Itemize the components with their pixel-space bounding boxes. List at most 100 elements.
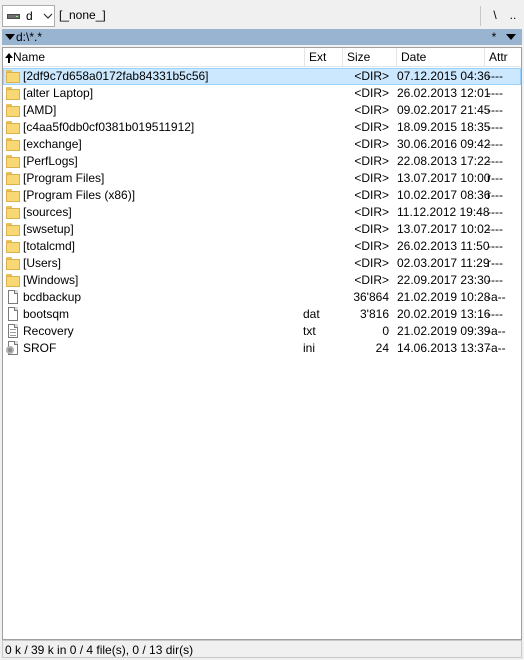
file-date: 10.02.2017 08:36 [397,188,491,202]
history-dropdown-icon[interactable] [506,34,516,40]
file-row[interactable]: Recovery txt 0 21.02.2019 09:39 -a-- [3,323,521,340]
file-size: <DIR> [354,69,389,83]
file-ext: txt [303,324,316,338]
folder-icon [6,171,20,186]
hard-drive-icon [7,12,20,20]
file-attr: ---- [487,239,503,253]
file-row[interactable]: [c4aa5f0db0cf0381b019511912] <DIR> 18.09.2… [3,119,521,136]
file-date: 07.12.2015 04:36 [397,69,491,83]
column-ext[interactable]: Ext [305,48,343,67]
file-attr: r--- [487,171,503,185]
file-attr: ---- [487,273,503,287]
file-panel: Name Ext Size Date Attr [2df9c7d658a0172… [2,47,522,640]
root-directory-button[interactable]: \ [488,6,502,24]
chevron-down-icon [43,13,53,19]
file-row[interactable]: [Windows] <DIR> 22.09.2017 23:30 ---- [3,272,521,289]
file-date: 09.02.2017 21:45 [397,103,491,117]
file-date: 26.02.2013 11:50 [397,239,490,253]
file-attr: r--- [487,188,503,202]
folder-icon [6,188,20,203]
file-row[interactable]: [Program Files] <DIR> 13.07.2017 10:00 r--- [3,170,521,187]
file-attr: ---- [487,205,503,219]
file-attr: ---- [487,120,503,134]
file-size: <DIR> [354,239,389,253]
dropdown-arrow-icon[interactable] [5,34,15,40]
file-name: [totalcmd] [23,239,76,253]
folder-icon [6,86,20,101]
file-name: [exchange] [23,137,82,151]
file-ext: dat [303,307,320,321]
file-size: 3'816 [360,307,389,321]
file-name: [sources] [23,205,72,219]
file-size: <DIR> [354,103,389,117]
volume-label: [_none_] [59,8,106,22]
column-header: Name Ext Size Date Attr [3,48,521,67]
file-size: <DIR> [354,188,389,202]
file-date: 14.06.2013 13:37 [397,341,491,355]
file-date: 20.02.2019 13:16 [397,307,491,321]
file-ext: ini [303,341,316,355]
file-row[interactable]: [AMD] <DIR> 09.02.2017 21:45 ---- [3,102,521,119]
file-name: bcdbackup [23,290,82,304]
status-text: 0 k / 39 k in 0 / 4 file(s), 0 / 13 dir(… [5,643,194,657]
column-attr[interactable]: Attr [485,48,521,67]
file-name: [swsetup] [23,222,74,236]
file-attr: ---- [487,154,503,168]
file-size: <DIR> [354,120,389,134]
file-attr: ---- [487,222,503,236]
file-date: 26.02.2013 12:01 [397,86,491,100]
file-name: [Program Files (x86)] [23,188,136,202]
file-attr: -a-- [487,324,506,338]
folder-icon [6,69,20,84]
file-size: <DIR> [354,205,389,219]
file-name: [Program Files] [23,171,105,185]
toolbar-divider [480,6,481,26]
file-name: [alter Laptop] [23,86,94,100]
file-row[interactable]: SROF ini 24 14.06.2013 13:37 -a-- [3,340,521,357]
file-date: 18.09.2015 18:35 [397,120,491,134]
file-date: 02.03.2017 11:29 [397,256,490,270]
file-row[interactable]: [Program Files (x86)] <DIR> 10.02.2017 08:… [3,187,521,204]
file-row[interactable]: [totalcmd] <DIR> 26.02.2013 11:50 ---- [3,238,521,255]
file-row[interactable]: [exchange] <DIR> 30.06.2016 09:42 ---- [3,136,521,153]
file-row[interactable]: bootsqm dat 3'816 20.02.2019 13:16 ---- [3,306,521,323]
file-row[interactable]: [sources] <DIR> 11.12.2012 19:48 ---- [3,204,521,221]
folder-icon [6,222,20,237]
file-date: 22.08.2013 17:22 [397,154,491,168]
folder-icon [6,137,20,152]
file-row[interactable]: [Users] <DIR> 02.03.2017 11:29 r--- [3,255,521,272]
file-size: <DIR> [354,86,389,100]
file-name: Recovery [23,324,74,338]
file-name: [c4aa5f0db0cf0381b019511912] [23,120,195,134]
file-date: 22.09.2017 23:30 [397,273,491,287]
column-size[interactable]: Size [343,48,397,67]
file-date: 13.07.2017 10:00 [397,171,491,185]
file-row[interactable]: bcdbackup 36'864 21.02.2019 10:28 -a-- [3,289,521,306]
file-row[interactable]: [2df9c7d658a0172fab84331b5c56] <DIR> 07.12… [3,68,521,85]
file-row[interactable]: [PerfLogs] <DIR> 22.08.2013 17:22 ---- [3,153,521,170]
column-name[interactable]: Name [3,48,305,67]
file-name: [Windows] [23,273,79,287]
file-name: [2df9c7d658a0172fab84331b5c56] [23,69,209,83]
parent-directory-button[interactable]: .. [506,6,520,24]
file-attr: ---- [487,69,503,83]
file-size: 0 [382,324,389,338]
path-bar[interactable]: d:\*.* [2,29,522,45]
file-attr: -a-- [487,290,506,304]
file-row[interactable]: [swsetup] <DIR> 13.07.2017 10:02 ---- [3,221,521,238]
filter-button[interactable]: * [488,29,500,45]
current-path: d:\*.* [16,30,43,44]
file-attr: ---- [487,103,503,117]
text-file-icon [6,324,20,339]
column-date[interactable]: Date [397,48,485,67]
file-row[interactable]: [alter Laptop] <DIR> 26.02.2013 12:01 ---- [3,85,521,102]
folder-icon [6,273,20,288]
status-bar: 0 k / 39 k in 0 / 4 file(s), 0 / 13 dir(… [2,640,522,658]
blank-file-icon [6,307,20,322]
file-attr: ---- [487,307,503,321]
drive-selector[interactable]: d [2,5,55,27]
file-size: <DIR> [354,154,389,168]
file-date: 11.12.2012 19:48 [397,205,490,219]
file-name: [Users] [23,256,62,270]
folder-icon [6,154,20,169]
